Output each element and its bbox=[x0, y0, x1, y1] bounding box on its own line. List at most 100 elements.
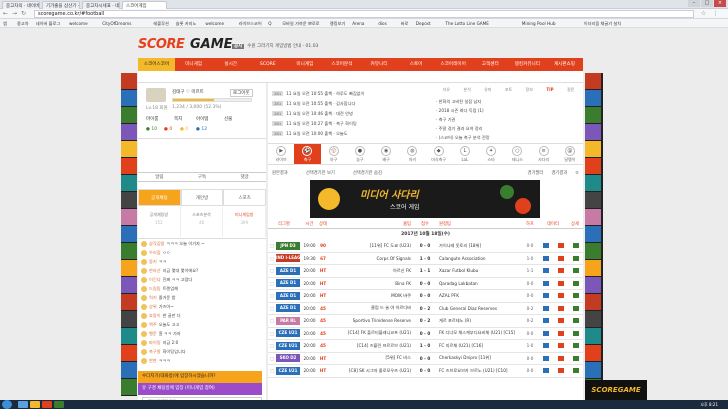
url-input[interactable]: scoregame.co.kr/#football bbox=[34, 10, 694, 18]
side-banner-ad[interactable] bbox=[121, 260, 137, 276]
league-badge[interactable]: AZE D1 bbox=[276, 279, 300, 288]
main-nav-item[interactable]: 스코어스코어 bbox=[138, 58, 176, 71]
table-row[interactable]: □IND I-LEAGUE19:30 67Corps Of Signals 1 - … bbox=[268, 253, 583, 265]
join-room-button[interactable]: 수다지기(대화방)에 입장하시겠습니까? bbox=[138, 371, 262, 383]
stats-icon[interactable] bbox=[543, 243, 550, 249]
explorer-icon[interactable] bbox=[18, 401, 28, 408]
stats-icon[interactable] bbox=[543, 280, 550, 286]
side-banner-ad[interactable] bbox=[121, 73, 137, 89]
table-row[interactable]: □ AZE D1 20:00 45 클럽 드 술 야 아르디바 0 - 2 Club Gen… bbox=[268, 303, 583, 315]
stats-icon[interactable] bbox=[572, 318, 579, 324]
board-tab[interactable]: TIP bbox=[540, 87, 561, 95]
home-team[interactable]: [C8] SK 시그마 올로모우츠 (U21) bbox=[329, 368, 415, 374]
room-item[interactable]: 공개채팅방 152 bbox=[138, 207, 181, 237]
side-banner-ad[interactable] bbox=[585, 192, 601, 208]
bookmark-item[interactable]: 레볼루션 bbox=[153, 20, 168, 27]
bookmark-item[interactable]: 중고차 bbox=[17, 20, 29, 27]
table-row[interactable]: □ AZE D1 20:00 HT 아르신 FK 1 - 1 Xazar Futbol Kl… bbox=[268, 265, 583, 278]
side-banner-ad[interactable] bbox=[585, 209, 601, 225]
main-nav-item[interactable]: 고객센터 bbox=[472, 58, 509, 71]
table-row[interactable]: □ CZE U21 20:00 45 [C14] FK 플르티블레니코프 (U21) 0 … bbox=[268, 328, 583, 340]
board-post[interactable]: · 축구 기권 bbox=[436, 115, 581, 124]
browser-tab-active[interactable]: 스코어게임 bbox=[122, 1, 167, 9]
stats-icon[interactable] bbox=[543, 305, 550, 311]
away-team[interactable]: Club General Diaz Reserves bbox=[435, 306, 521, 311]
board-post[interactable]: · (스코어) 오늘 축구 분석 전망 bbox=[436, 133, 581, 142]
stats-icon[interactable] bbox=[572, 293, 579, 299]
league-badge[interactable]: CZE U21 bbox=[276, 329, 300, 338]
side-banner-ad[interactable] bbox=[585, 277, 601, 293]
table-row[interactable]: □ AZE D1 20:00 HT MOIK 바쿠 0 - 0 AZAL PFK 0-0 bbox=[268, 290, 583, 303]
tab-public-chat[interactable]: 공개채팅 bbox=[138, 189, 181, 206]
item-button[interactable]: 아이템 bbox=[196, 116, 208, 122]
row-checkbox[interactable]: □ bbox=[268, 268, 276, 273]
bookmark-item[interactable]: 랭킹보기 bbox=[330, 20, 345, 27]
stats-icon[interactable] bbox=[557, 355, 564, 361]
tab-alarm[interactable]: 알림 bbox=[138, 173, 181, 181]
sport-tab-ladder[interactable]: ≡ 사다리 bbox=[531, 144, 557, 164]
stats-icon[interactable] bbox=[572, 343, 579, 349]
row-checkbox[interactable]: □ bbox=[268, 281, 276, 286]
side-banner-ad[interactable] bbox=[121, 158, 137, 174]
side-banner-ad[interactable] bbox=[585, 243, 601, 259]
chat-nick[interactable]: 한라산 bbox=[149, 268, 161, 274]
sport-tab-football[interactable]: ◆ 미식축구 bbox=[426, 144, 452, 164]
side-banner-ad[interactable] bbox=[585, 175, 601, 191]
stats-icon[interactable] bbox=[572, 355, 579, 361]
stats-icon[interactable] bbox=[543, 368, 550, 374]
profile-name[interactable]: 김태구 ♡ 미르트 bbox=[172, 89, 204, 95]
league-badge[interactable]: CZE U21 bbox=[276, 366, 300, 375]
home-team[interactable]: Sportivo Trinidense Reserve bbox=[329, 318, 415, 323]
home-team[interactable]: 클럽 드 술 야 아르디바 bbox=[329, 305, 415, 311]
bookmark-item[interactable]: 이더리움 채굴기 설치 bbox=[584, 20, 621, 27]
chat-nick[interactable]: 호랑이 bbox=[149, 313, 161, 319]
sport-tab-snail[interactable]: @ 달팽이 bbox=[557, 144, 583, 164]
table-row[interactable]: □ AZE D1 20:00 HT Bina FK 0 - 0 Qaradag Lokbat… bbox=[268, 278, 583, 290]
board-tab[interactable]: 유머 bbox=[477, 87, 498, 95]
stats-icon[interactable] bbox=[557, 368, 564, 374]
chat-nick[interactable]: 드림팀 bbox=[149, 286, 161, 292]
chat-log[interactable]: 삼각김밥 ㅋㅋㅋ 오늘 이기자 ~ 우리집 ㅇㅇ 몽키 ㅋㅋ 한라산 지금 몇대 몇이에요? 이… bbox=[138, 238, 266, 366]
main-nav-item[interactable]: 랭킹커뮤니티 bbox=[509, 58, 546, 71]
home-team[interactable]: [5위] FC 비스 bbox=[329, 355, 415, 361]
home-team[interactable]: Bina FK bbox=[329, 281, 415, 286]
sport-tab-live[interactable]: ▶ 라이브 bbox=[268, 144, 294, 164]
main-nav-item[interactable]: 스코어분석 bbox=[323, 58, 360, 71]
main-nav-item[interactable]: 미니게임 bbox=[286, 58, 323, 71]
back-icon[interactable]: ← bbox=[2, 10, 9, 17]
side-banner-ad[interactable] bbox=[121, 175, 137, 191]
sport-tab-star[interactable]: ✦ 스타 bbox=[478, 144, 504, 164]
chat-nick[interactable]: 맥주 bbox=[149, 322, 157, 328]
main-nav-item[interactable]: 스코어레이어 bbox=[435, 58, 472, 71]
stats-icon[interactable] bbox=[557, 268, 564, 274]
side-banner-ad[interactable] bbox=[585, 90, 601, 106]
main-nav-item[interactable]: 커뮤니티 bbox=[360, 58, 397, 71]
home-team[interactable]: [C14] FK 플르티블레니코프 (U21) bbox=[329, 330, 415, 336]
home-team[interactable]: MOIK 바쿠 bbox=[329, 293, 415, 299]
main-nav-item[interactable]: 실시간 bbox=[212, 58, 249, 71]
mypage-button[interactable]: 마이룸 bbox=[146, 116, 158, 122]
browser-tab[interactable]: 중고차시세표 · 네이버 bbox=[82, 1, 120, 9]
bookmark-item[interactable]: 라이브스코어 bbox=[239, 20, 262, 27]
bookmark-item[interactable]: welcome bbox=[205, 20, 224, 27]
sport-tab-lol[interactable]: L LoL bbox=[452, 144, 478, 164]
league-badge[interactable]: JPN D3 bbox=[276, 241, 300, 250]
league-badge[interactable]: AZE D1 bbox=[276, 304, 300, 313]
side-banner-ad[interactable] bbox=[121, 209, 137, 225]
side-banner-ad[interactable] bbox=[585, 260, 601, 276]
bookmark-item[interactable]: Mining Pool Hub bbox=[522, 20, 556, 27]
sport-tab-volleyball[interactable]: ◉ 배구 bbox=[373, 144, 399, 164]
chat-nick[interactable]: 파이팅 bbox=[149, 340, 161, 346]
site-logo-suffix[interactable]: GAME bbox=[190, 37, 233, 52]
stats-icon[interactable] bbox=[572, 255, 579, 261]
table-row[interactable]: □ PAR RL 20:00 45 Sportivo Trinidense Reserv… bbox=[268, 315, 583, 328]
side-banner-ad[interactable] bbox=[585, 158, 601, 174]
side-banner-ad[interactable] bbox=[121, 294, 137, 310]
menu-icon[interactable]: ⋮ bbox=[712, 10, 719, 17]
side-banner-ad[interactable] bbox=[121, 277, 137, 293]
side-banner-ad[interactable] bbox=[585, 226, 601, 242]
away-team[interactable]: Qaradag Lokbatan bbox=[435, 281, 521, 286]
side-banner-ad[interactable] bbox=[585, 107, 601, 123]
away-team[interactable]: Xazar Futbol Klubu bbox=[435, 268, 521, 273]
side-banner-ad[interactable] bbox=[585, 294, 601, 310]
